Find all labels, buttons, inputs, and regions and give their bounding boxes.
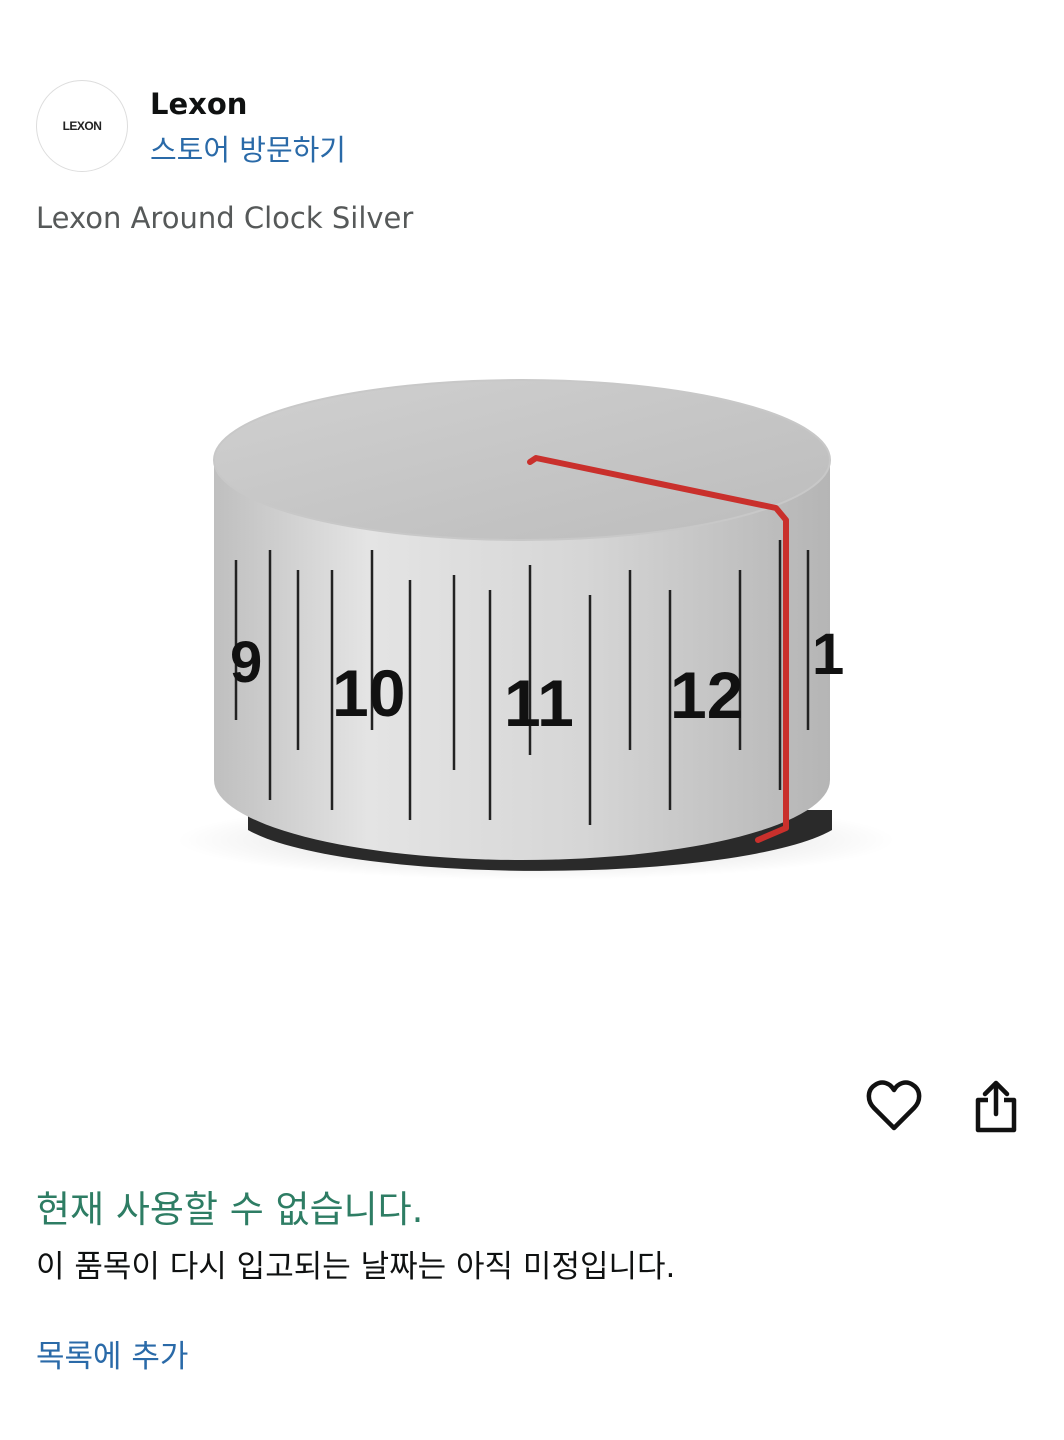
wishlist-button[interactable]: [862, 1074, 926, 1138]
visit-store-link[interactable]: 스토어 방문하기: [150, 132, 346, 168]
clock-top-face: [214, 380, 830, 540]
product-title: Lexon Around Clock Silver: [36, 201, 414, 235]
heart-icon: [866, 1080, 922, 1131]
dial-number-1: 1: [812, 622, 844, 687]
dial-number-11: 11: [504, 666, 574, 740]
add-to-list-link[interactable]: 목록에 추가: [36, 1336, 188, 1378]
availability-detail: 이 품목이 다시 입고되는 날짜는 아직 미정입니다.: [36, 1249, 676, 1285]
dial-number-10: 10: [332, 656, 405, 730]
brand-logo-text: LEXON: [62, 119, 102, 133]
brand-name[interactable]: Lexon: [150, 86, 247, 122]
product-image[interactable]: 9 10 11 12 1: [36, 250, 1028, 1050]
dial-number-9: 9: [230, 630, 262, 695]
share-icon: [975, 1080, 1017, 1133]
dial-number-12: 12: [670, 658, 743, 732]
share-button[interactable]: [964, 1074, 1028, 1138]
availability-status: 현재 사용할 수 없습니다.: [36, 1188, 424, 1231]
brand-logo[interactable]: LEXON: [36, 80, 128, 172]
